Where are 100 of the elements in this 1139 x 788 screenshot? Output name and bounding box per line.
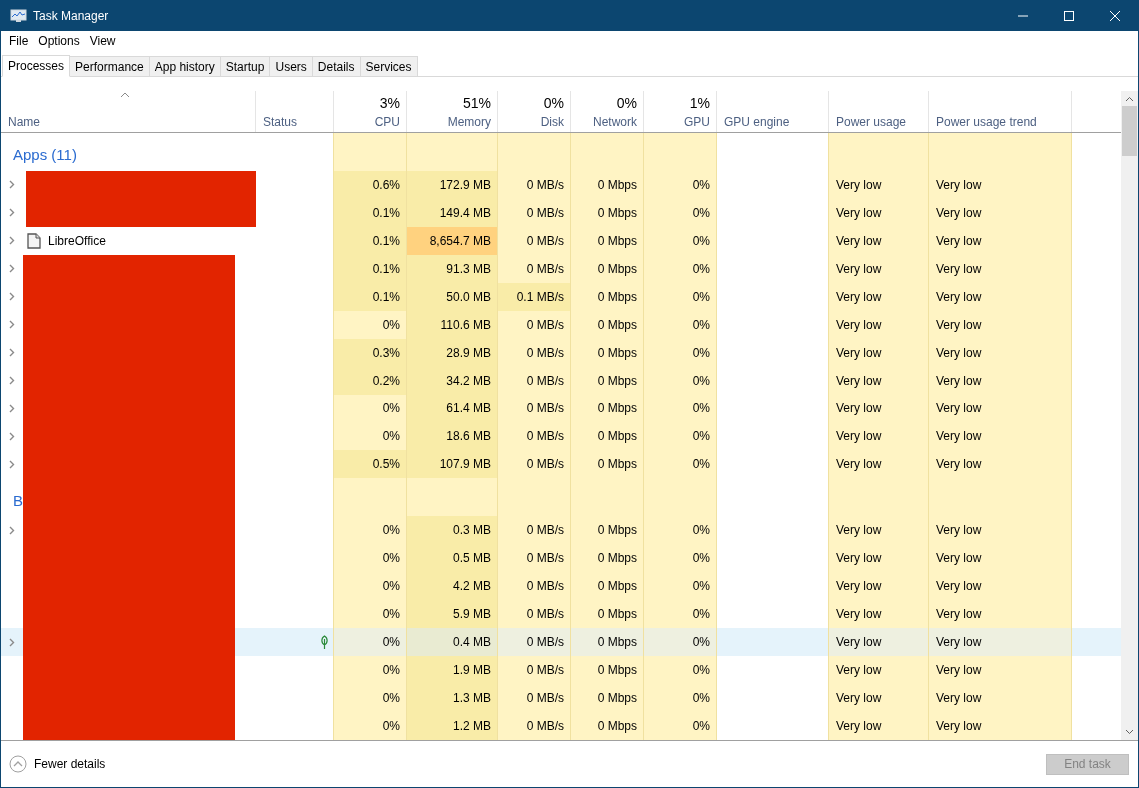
table-cell: 8,654.7 MB <box>407 226 498 255</box>
table-cell: 0 Mbps <box>571 516 644 545</box>
table-cell: 0.4 MB <box>407 628 498 657</box>
table-cell: Very low <box>929 394 1072 423</box>
table-cell: 0% <box>644 711 717 740</box>
column-header[interactable]: 0% Network <box>571 91 644 132</box>
table-cell: Very low <box>829 684 929 712</box>
column-header[interactable]: 1% GPU <box>644 91 717 132</box>
table-cell: 0 Mbps <box>571 544 644 573</box>
table-cell: Very low <box>929 254 1072 283</box>
table-cell: Very low <box>929 310 1072 339</box>
column-total: 0% <box>543 94 564 111</box>
column-label: Power usage <box>836 114 907 129</box>
scroll-up-icon[interactable] <box>1125 96 1134 102</box>
chevron-icon[interactable] <box>9 431 15 441</box>
table-cell: 0% <box>334 711 407 740</box>
chevron-icon[interactable] <box>9 525 15 535</box>
table-cell: Very low <box>829 600 929 629</box>
tab[interactable]: Startup <box>219 56 271 76</box>
column-total: 51% <box>462 94 491 111</box>
table-cell: 1.2 MB <box>407 711 498 740</box>
table-cell: 0% <box>644 254 717 283</box>
scroll-down-icon[interactable] <box>1125 729 1134 735</box>
table-cell: 0 MB/s <box>498 450 571 479</box>
table-cell: Very low <box>929 226 1072 255</box>
table-cell: 0.5% <box>334 450 407 479</box>
table-cell: 4.2 MB <box>407 572 498 601</box>
chevron-icon[interactable] <box>9 348 15 358</box>
column-header[interactable]: 3% CPU <box>334 91 407 132</box>
menu-item[interactable]: Options <box>33 31 85 51</box>
table-cell: 0% <box>644 226 717 255</box>
table-cell: Very low <box>829 628 929 657</box>
menu-item[interactable]: View <box>84 31 121 51</box>
fewer-details-button[interactable]: Fewer details <box>9 755 106 773</box>
tab[interactable]: Users <box>269 56 313 76</box>
table-cell: 1.3 MB <box>407 684 498 712</box>
table-cell: 0 MB/s <box>498 711 571 740</box>
scrollbar[interactable] <box>1121 91 1138 740</box>
chevron-icon[interactable] <box>9 292 15 302</box>
column-label: GPU engine <box>724 114 790 129</box>
table-cell: Very low <box>829 516 929 545</box>
table-cell: 91.3 MB <box>407 254 498 283</box>
column-header[interactable]: Name <box>1 91 256 132</box>
table-cell: 0% <box>644 544 717 573</box>
table-cell: 0% <box>644 422 717 451</box>
column-total: 0% <box>616 94 637 111</box>
table-cell: 34.2 MB <box>407 366 498 395</box>
column-label: CPU <box>374 114 400 129</box>
table-cell: 0% <box>644 282 717 311</box>
chevron-icon[interactable] <box>9 459 15 469</box>
table-cell: Very low <box>929 282 1072 311</box>
table-cell: 0% <box>334 394 407 423</box>
table-cell: 0 Mbps <box>571 310 644 339</box>
column-total: 1% <box>689 94 710 111</box>
column-header[interactable]: Status <box>256 91 334 132</box>
chevron-icon[interactable] <box>9 180 15 190</box>
window-title: Task Manager <box>33 9 110 23</box>
column-header[interactable]: 51% Memory <box>407 91 498 132</box>
tab[interactable]: Services <box>359 56 418 76</box>
tab[interactable]: Details <box>311 56 361 76</box>
column-header[interactable]: 0% Disk <box>498 91 571 132</box>
table-cell: Very low <box>929 422 1072 451</box>
table-cell: 0% <box>644 394 717 423</box>
table-cell: Very low <box>929 170 1072 199</box>
table-cell: 0.1% <box>334 282 407 311</box>
tab[interactable]: App history <box>148 56 221 76</box>
chevron-icon[interactable] <box>9 376 15 385</box>
process-name-cell[interactable]: LibreOffice <box>1 226 256 255</box>
scroll-thumb[interactable] <box>1122 106 1137 156</box>
chevron-icon[interactable] <box>9 403 15 413</box>
chevron-icon[interactable] <box>9 320 15 330</box>
menu-item[interactable]: File <box>4 31 34 51</box>
column-header[interactable]: Power usage trend <box>929 91 1072 132</box>
table-cell: 0 Mbps <box>571 684 644 712</box>
table-cell: Very low <box>829 450 929 479</box>
table-cell: Very low <box>829 338 929 367</box>
column-header[interactable]: GPU engine <box>717 91 829 132</box>
column-header[interactable]: Power usage <box>829 91 929 132</box>
column-label: Power usage trend <box>936 114 1037 129</box>
table-cell: 0 MB/s <box>498 684 571 712</box>
table-cell: Very low <box>829 170 929 199</box>
table-cell: 0% <box>644 450 717 479</box>
table-cell: 5.9 MB <box>407 600 498 629</box>
table-cell: Very low <box>829 310 929 339</box>
table-cell: 0.3% <box>334 338 407 367</box>
tab[interactable]: Processes <box>2 55 71 77</box>
table-cell: 0 MB/s <box>498 628 571 657</box>
table-cell: Very low <box>829 226 929 255</box>
table-cell: 0% <box>644 572 717 601</box>
table-cell: 0% <box>334 544 407 573</box>
table-cell: 0% <box>334 600 407 629</box>
row-highlight <box>1072 628 1121 657</box>
table-cell: 0% <box>644 600 717 629</box>
chevron-icon[interactable] <box>9 637 15 647</box>
table-cell: 0% <box>644 198 717 227</box>
chevron-icon[interactable] <box>9 264 15 274</box>
tab[interactable]: Performance <box>69 56 150 76</box>
chevron-icon[interactable] <box>9 208 15 218</box>
table-cell: 0 Mbps <box>571 170 644 199</box>
chevron-icon[interactable] <box>9 236 15 246</box>
